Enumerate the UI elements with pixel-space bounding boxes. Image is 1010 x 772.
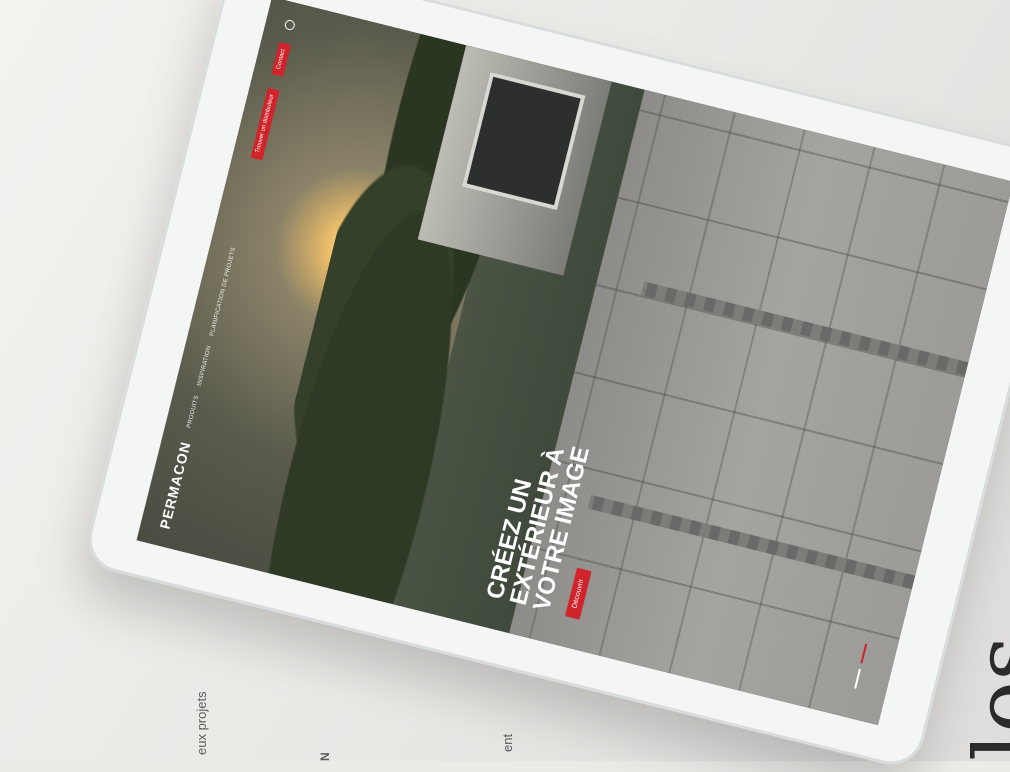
brand-logo[interactable]: PERMACON <box>156 440 193 531</box>
search-icon[interactable] <box>283 18 296 32</box>
nav-link-planification[interactable]: Planification de projets <box>209 247 237 337</box>
nav-link-inspiration[interactable]: Inspiration <box>197 345 213 386</box>
background-caption-left: eux projets <box>194 691 209 755</box>
background-large-word: les <box>955 635 1010 761</box>
background-caption-middle: N <box>318 751 332 761</box>
find-dealer-button[interactable]: Trouver un distributeur <box>250 87 280 161</box>
contact-button[interactable]: Contact <box>271 42 292 77</box>
nav-link-produits[interactable]: Produits <box>186 395 200 429</box>
background-caption-right: ent <box>500 733 515 752</box>
